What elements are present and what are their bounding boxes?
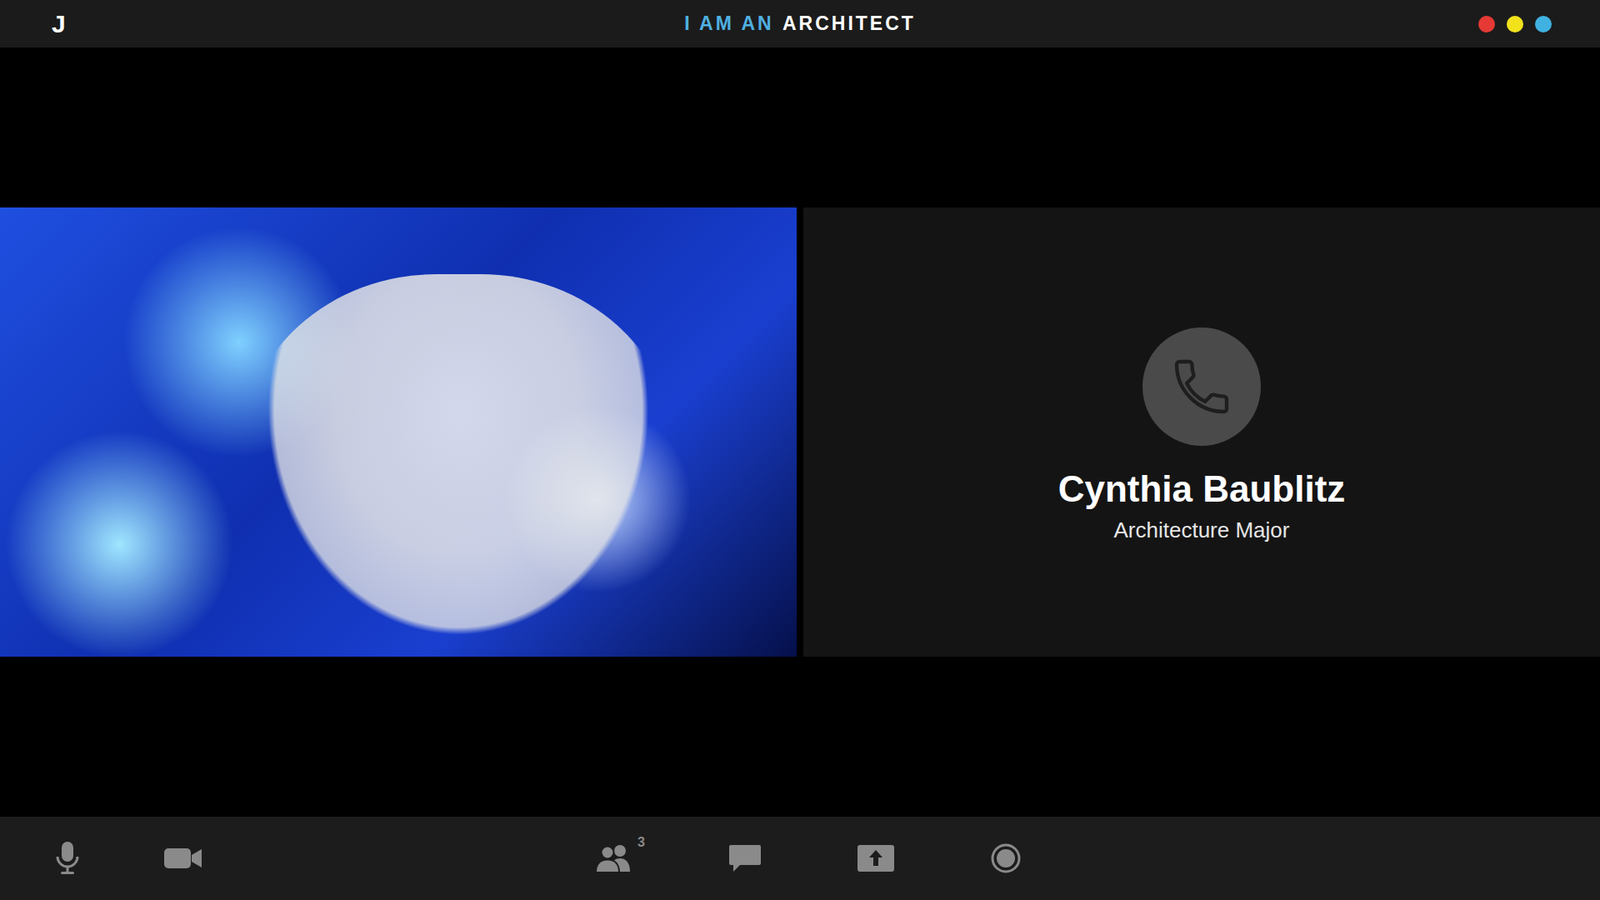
logo[interactable]: J	[48, 11, 70, 37]
color-dot[interactable]	[1535, 15, 1552, 33]
phone-handset-icon	[1168, 353, 1235, 420]
participants-button[interactable]: 3	[591, 840, 637, 877]
toolbar: 3	[0, 816, 1600, 900]
chat-icon	[728, 843, 762, 874]
camera-icon	[163, 845, 204, 871]
title-part: ARCHITECT	[782, 12, 916, 35]
participant-role: Architecture Major	[1114, 516, 1290, 545]
participant-count: 3	[637, 835, 645, 850]
top-bar: J I AM AN ARCHITECT	[0, 0, 1600, 48]
chat-button[interactable]	[725, 840, 765, 877]
title-part: I AM AN	[684, 12, 774, 35]
participant-name: Cynthia Baublitz	[1058, 467, 1346, 512]
record-button[interactable]	[986, 839, 1025, 878]
window-dots	[1478, 15, 1552, 33]
mic-button[interactable]	[50, 836, 85, 880]
meeting-window: J I AM AN ARCHITECT Cynthia Baublitz Archite…	[0, 0, 1600, 900]
video-stage: Cynthia Baublitz Architecture Major	[0, 47, 1600, 817]
microphone-icon	[53, 840, 82, 877]
share-screen-icon	[856, 843, 895, 874]
record-icon	[990, 842, 1022, 875]
phone-icon	[1142, 327, 1261, 446]
audio-tile: Cynthia Baublitz Architecture Major	[803, 207, 1600, 657]
color-dot[interactable]	[1506, 15, 1524, 33]
video-feed	[0, 207, 797, 657]
camera-button[interactable]	[160, 842, 207, 875]
show-title: I AM AN ARCHITECT	[684, 12, 916, 35]
share-button[interactable]	[853, 840, 899, 877]
color-dot[interactable]	[1478, 15, 1495, 33]
people-icon	[595, 843, 634, 874]
video-frame	[241, 274, 675, 657]
